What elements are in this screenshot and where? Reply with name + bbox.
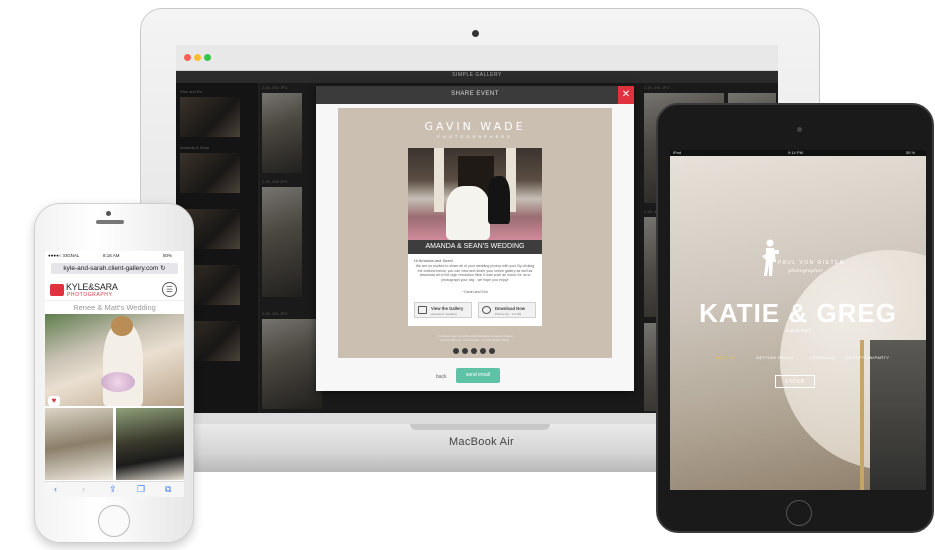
photo-bouquet [101, 372, 135, 392]
email-icon[interactable] [489, 348, 495, 354]
photo-bride-hair [111, 316, 133, 336]
event-title: AMANDA & SEAN'S WEDDING [425, 243, 525, 250]
facebook-icon[interactable] [453, 348, 459, 354]
close-window-dot[interactable] [184, 54, 191, 61]
tablet-home-button[interactable] [786, 500, 812, 526]
reload-icon[interactable]: ↻ [160, 265, 165, 272]
browser-toolbar: ‹ › ⇪ ❐ ⧉ [45, 481, 184, 497]
send-email-label: send email [465, 372, 491, 378]
gallery-app-title: SIMPLE GALLERY [452, 72, 502, 78]
studio-logo-sub: PHOTOGRAPHERS [437, 134, 513, 139]
gallery-thumb[interactable] [45, 408, 113, 480]
twitter-icon[interactable] [462, 348, 468, 354]
gallery-app-bar: SIMPLE GALLERY [176, 71, 778, 83]
email-body: Hi Amanda and Sean! We are so excited to… [408, 254, 542, 326]
email-footer-line: photos with you. Unsubscribe · Contact G… [440, 338, 510, 342]
bookmarks-icon[interactable]: ❐ [137, 484, 145, 495]
event-title-band: AMANDA & SEAN'S WEDDING [408, 240, 542, 254]
event-date: August 2013 [785, 328, 811, 333]
hero-groom [488, 176, 510, 224]
tablet-status-bar: iPad 9:14 PM 55 % [670, 150, 926, 156]
google-icon[interactable] [480, 348, 486, 354]
send-email-button[interactable]: send email [456, 368, 500, 383]
nav-getting-ready[interactable]: GETTING READY [756, 355, 794, 360]
phone-screen: ●●●●○ SIGNAL 8:16 AM 50% kyle-and-sarah.… [45, 251, 184, 497]
social-icons [453, 348, 503, 354]
zoom-window-dot[interactable] [204, 54, 211, 61]
tablet-status-time: 9:14 PM [788, 150, 803, 155]
browser-titlebar [176, 45, 778, 71]
download-sub: Photos.zip · 1.2 GB [495, 312, 522, 316]
phone-home-button[interactable] [98, 505, 130, 537]
battery-level: 50% [163, 253, 173, 258]
photographer-silhouette-icon [762, 239, 779, 276]
laptop-notch [410, 424, 550, 430]
gallery-title: Renee & Matt's Wedding [73, 303, 156, 312]
address-bar[interactable]: kyle-and-sarah.client-gallery.com ↻ [51, 263, 178, 274]
hero-column [434, 148, 444, 212]
share-icon[interactable]: ⇪ [109, 484, 117, 495]
photographer-name: PAUL VON RIETER [778, 260, 845, 266]
site-header: KYLE&SARA PHOTOGRAPHY ☰ [45, 277, 184, 301]
email-greeting: Hi Amanda and Sean! [414, 258, 453, 263]
umbrella-handle [860, 340, 864, 490]
status-time: 8:16 AM [103, 253, 120, 258]
view-gallery-button[interactable]: View the Gallery password: wedding [414, 302, 472, 318]
carrier-signal: ●●●●○ SIGNAL [48, 253, 80, 258]
nav-ceremony[interactable]: CEREMONY [810, 355, 836, 360]
phone-camera [106, 211, 111, 216]
email-message: We are so excited to share all of your w… [415, 264, 535, 282]
close-icon[interactable]: ✕ [618, 86, 634, 104]
laptop-camera [472, 30, 479, 37]
view-gallery-sub: password: wedding [431, 312, 457, 316]
hero-photo [408, 148, 542, 240]
nav-best-of[interactable]: BEST OF [716, 355, 736, 360]
photographer-tagline: photographer [788, 268, 823, 274]
favorite-heart-icon[interactable]: ♥ [48, 396, 60, 406]
camera-logo-icon [50, 284, 64, 296]
nav-reception-party[interactable]: RECEPTION/PARTY [846, 355, 889, 360]
studio-logo: GAVIN WADE [424, 120, 526, 133]
tablet-device-label: iPad [673, 150, 682, 155]
email-signoff: ~Gavin and Erin [462, 290, 488, 294]
modal-title: SHARE EVENT [451, 91, 499, 97]
email-preview: GAVIN WADE PHOTOGRAPHERS AMANDA & SEAN'S… [338, 108, 612, 358]
minimize-window-dot[interactable] [194, 54, 201, 61]
tabs-icon[interactable]: ⧉ [165, 484, 171, 495]
download-label: Download Now [495, 306, 526, 311]
enter-label: ENTER [785, 379, 805, 385]
share-event-modal: SHARE EVENT ✕ GAVIN WADE PHOTOGRAPHERS A… [316, 86, 634, 391]
enter-button[interactable]: ENTER [775, 375, 815, 388]
view-gallery-label: View the Gallery [431, 306, 464, 311]
phone-status-bar: ●●●●○ SIGNAL 8:16 AM 50% [45, 251, 184, 260]
groom-photo [870, 340, 926, 490]
featured-photo[interactable] [45, 314, 184, 406]
hero-bride [446, 186, 490, 240]
couple-title: KATIE & GREG [699, 298, 897, 328]
download-button[interactable]: Download Now Photos.zip · 1.2 GB [478, 302, 536, 318]
monitor-icon [418, 306, 427, 314]
tablet-camera [797, 127, 802, 132]
forward-arrow-icon[interactable]: › [82, 484, 85, 494]
tablet-screen: iPad 9:14 PM 55 % PAUL VON RIETER photog… [670, 150, 926, 490]
modal-header: SHARE EVENT ✕ [316, 86, 634, 104]
back-link[interactable]: back [436, 374, 447, 380]
download-icon [482, 306, 491, 314]
tablet-battery: 55 % [906, 150, 916, 155]
site-logo-sub: PHOTOGRAPHY [67, 292, 113, 298]
pinterest-icon[interactable] [471, 348, 477, 354]
hamburger-menu-icon[interactable]: ☰ [162, 282, 177, 297]
phone-speaker [96, 220, 124, 224]
email-footer: You have been sent this email because so… [338, 334, 612, 342]
back-arrow-icon[interactable]: ‹ [54, 484, 57, 494]
address-url: kyle-and-sarah.client-gallery.com [63, 265, 159, 272]
site-logo[interactable]: KYLE&SARA [66, 282, 118, 292]
gallery-thumb[interactable] [116, 408, 184, 480]
